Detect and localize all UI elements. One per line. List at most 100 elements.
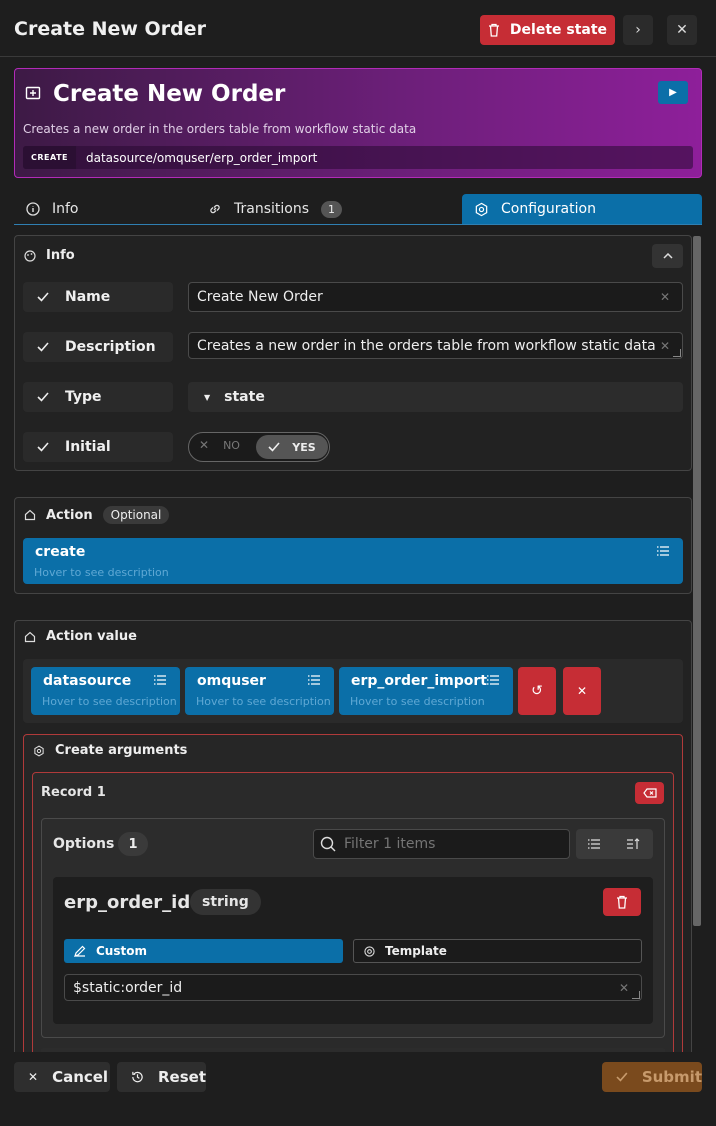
info-heading-label: Info bbox=[46, 248, 75, 263]
delete-field-button[interactable] bbox=[603, 888, 641, 916]
name-label: Name bbox=[65, 289, 111, 305]
name-value: Create New Order bbox=[197, 289, 323, 305]
info-panel-heading: Info bbox=[24, 248, 75, 263]
remove-record-button[interactable] bbox=[635, 782, 664, 804]
tab-transitions[interactable]: Transitions 1 bbox=[208, 194, 342, 224]
delete-state-label: Delete state bbox=[509, 22, 608, 38]
home-icon bbox=[24, 509, 36, 521]
trash-icon bbox=[488, 23, 499, 37]
tab-transitions-label: Transitions bbox=[234, 201, 309, 217]
chip-label: omquser bbox=[197, 673, 266, 689]
delete-state-button[interactable]: Delete state bbox=[480, 15, 615, 45]
resize-handle[interactable] bbox=[673, 349, 681, 357]
field-value: $static:order_id bbox=[73, 979, 183, 996]
banner-description: Creates a new order in the orders table … bbox=[23, 122, 417, 136]
name-input[interactable]: Create New Order ✕ bbox=[188, 282, 683, 312]
close-icon: ✕ bbox=[28, 1070, 39, 1084]
type-value: state bbox=[224, 389, 265, 405]
path-chip-datasource[interactable]: datasource Hover to see description bbox=[31, 667, 180, 715]
toggle-yes-label: YES bbox=[292, 440, 316, 454]
info-icon bbox=[26, 202, 40, 216]
description-value: Creates a new order in the orders table … bbox=[197, 337, 656, 354]
close-icon: ✕ bbox=[576, 684, 588, 698]
chip-hint: Hover to see description bbox=[42, 695, 176, 708]
toggle-no[interactable]: ✕ NO bbox=[199, 438, 240, 452]
transitions-count: 1 bbox=[321, 200, 342, 218]
mode-template-tab[interactable]: Template bbox=[353, 939, 642, 963]
tab-underline bbox=[14, 224, 702, 225]
type-select[interactable]: ▼ state bbox=[188, 382, 683, 412]
filter-input[interactable] bbox=[313, 829, 570, 859]
options-label: Options bbox=[53, 836, 115, 852]
cancel-label: Cancel bbox=[52, 1068, 109, 1086]
name-row-label: Name bbox=[23, 282, 173, 312]
tab-info[interactable]: Info bbox=[26, 194, 79, 224]
caret-down-icon: ▼ bbox=[204, 392, 211, 402]
tab-configuration-label: Configuration bbox=[501, 201, 596, 217]
cancel-button[interactable]: ✕ Cancel bbox=[14, 1062, 110, 1092]
scrollbar[interactable] bbox=[693, 236, 701, 926]
tab-info-label: Info bbox=[52, 201, 79, 217]
mode-custom-label: Custom bbox=[96, 944, 147, 958]
type-label: Type bbox=[65, 389, 102, 405]
field-name: erp_order_id bbox=[64, 892, 191, 913]
pencil-icon bbox=[74, 945, 86, 957]
action-tag: CREATE bbox=[23, 146, 76, 169]
sort-icon[interactable] bbox=[627, 838, 640, 850]
template-icon bbox=[364, 945, 375, 957]
clear-icon[interactable]: ✕ bbox=[660, 290, 670, 304]
field-type-badge: string bbox=[190, 889, 261, 915]
list-icon[interactable] bbox=[657, 546, 669, 556]
list-icon[interactable] bbox=[154, 675, 166, 685]
mode-template-label: Template bbox=[385, 944, 447, 958]
toggle-yes[interactable]: YES bbox=[256, 435, 328, 459]
state-banner: Create New Order ▶ Creates a new order i… bbox=[14, 68, 702, 178]
path-chip-erp-order-import[interactable]: erp_order_import Hover to see descriptio… bbox=[339, 667, 513, 715]
header-divider bbox=[0, 56, 716, 57]
close-button[interactable]: ✕ bbox=[667, 15, 697, 45]
undo-path-button[interactable]: ↺ bbox=[518, 667, 556, 715]
initial-row-label: Initial bbox=[23, 432, 173, 462]
mode-custom-tab[interactable]: Custom bbox=[64, 939, 343, 963]
x-icon: ✕ bbox=[199, 438, 210, 452]
list-view-icon[interactable] bbox=[588, 839, 600, 849]
action-value: create bbox=[35, 544, 86, 560]
action-heading: Action Optional bbox=[24, 506, 170, 524]
list-icon[interactable] bbox=[308, 675, 320, 685]
clear-icon[interactable]: ✕ bbox=[619, 981, 629, 995]
chip-label: erp_order_import bbox=[351, 673, 487, 689]
path-text: datasource/omquser/erp_order_import bbox=[86, 150, 318, 165]
submit-button[interactable]: Submit bbox=[602, 1062, 702, 1092]
description-label: Description bbox=[65, 339, 156, 355]
close-icon: ✕ bbox=[676, 22, 688, 38]
play-icon: ▶ bbox=[669, 87, 677, 98]
check-icon bbox=[37, 342, 49, 352]
description-input[interactable]: Creates a new order in the orders table … bbox=[188, 332, 683, 359]
home-icon bbox=[24, 631, 36, 642]
collapse-info-button[interactable] bbox=[652, 244, 683, 268]
reset-button[interactable]: Reset bbox=[117, 1062, 206, 1092]
check-icon bbox=[616, 1072, 628, 1082]
initial-toggle[interactable]: ✕ NO YES bbox=[188, 432, 330, 462]
chevron-up-icon bbox=[662, 253, 673, 259]
check-icon bbox=[268, 442, 280, 452]
run-button[interactable]: ▶ bbox=[658, 81, 688, 104]
check-icon bbox=[37, 392, 49, 402]
trash-icon bbox=[617, 895, 627, 909]
check-icon bbox=[37, 442, 49, 452]
list-icon[interactable] bbox=[487, 675, 499, 685]
settings-icon bbox=[34, 745, 44, 756]
optional-badge: Optional bbox=[102, 506, 170, 524]
expand-button[interactable]: › bbox=[623, 15, 653, 45]
tab-configuration[interactable]: Configuration bbox=[462, 194, 702, 224]
clear-path-button[interactable]: ✕ bbox=[563, 667, 601, 715]
field-value-input[interactable]: $static:order_id ✕ bbox=[64, 974, 642, 1001]
record-label: Record 1 bbox=[41, 785, 106, 800]
resize-handle[interactable] bbox=[632, 991, 640, 999]
filter-field[interactable] bbox=[344, 836, 554, 852]
action-select[interactable]: create Hover to see description bbox=[23, 538, 683, 584]
path-chip-omquser[interactable]: omquser Hover to see description bbox=[185, 667, 334, 715]
undo-icon: ↺ bbox=[531, 683, 543, 699]
clear-icon[interactable]: ✕ bbox=[660, 339, 670, 353]
create-arguments-heading: Create arguments bbox=[33, 743, 187, 758]
